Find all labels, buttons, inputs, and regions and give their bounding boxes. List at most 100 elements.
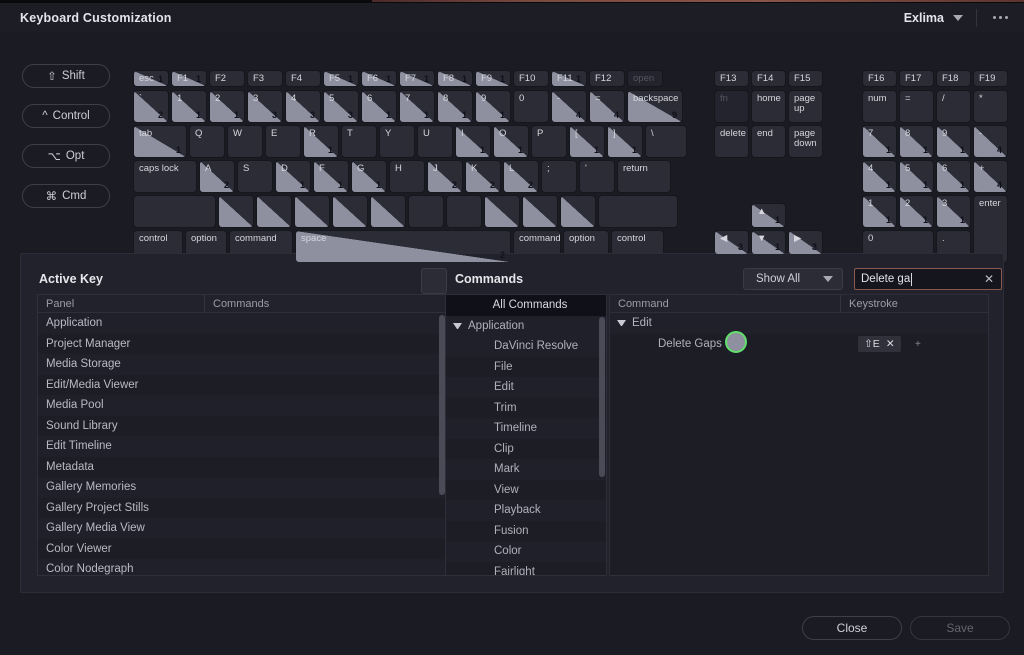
modifier-shift-button[interactable]: ⇧ Shift	[22, 64, 110, 88]
key-4[interactable]: 43	[285, 90, 321, 123]
key-6[interactable]: 61	[361, 90, 397, 123]
key-3[interactable]: 33	[247, 90, 283, 123]
key-x-2[interactable]	[256, 195, 292, 228]
key-v-4[interactable]	[332, 195, 368, 228]
tree-item[interactable]: Playback	[446, 500, 606, 521]
tree-item[interactable]: Mark	[446, 459, 606, 480]
panel-row[interactable]: Project Manager	[38, 333, 446, 354]
key-w[interactable]: W	[227, 125, 263, 158]
key-backspace[interactable]: backspace 9	[627, 90, 683, 123]
key-f11[interactable]: F11 1	[551, 70, 587, 87]
key-u[interactable]: U	[417, 125, 453, 158]
more-options-icon[interactable]	[977, 16, 1024, 19]
panel-row[interactable]: Color Nodegraph	[38, 559, 446, 575]
key-1[interactable]: 11	[171, 90, 207, 123]
result-row-delete-gaps[interactable]: Delete Gaps ⇧E ✕ +	[610, 333, 988, 354]
key-n-6[interactable]	[408, 195, 444, 228]
key-key[interactable]: ` 2	[133, 90, 169, 123]
tree-root-item[interactable]: All Commands	[446, 295, 606, 316]
panel-row[interactable]: Media Storage	[38, 354, 446, 375]
key-a[interactable]: A2	[199, 160, 235, 193]
key-arrow-up[interactable]: ▲ 1	[751, 203, 786, 228]
key-numpad-6[interactable]: 61	[936, 160, 971, 193]
key-0[interactable]: 0	[513, 90, 549, 123]
tree-item[interactable]: Fairlight	[446, 561, 606, 575]
key-numpad-key[interactable]: =	[899, 90, 934, 123]
key-f3[interactable]: F3	[247, 70, 283, 87]
key-o[interactable]: O1	[493, 125, 529, 158]
command-results[interactable]: Command Keystroke Edit Delete Gaps ⇧E ✕ …	[609, 294, 989, 576]
key-page-down[interactable]: page down	[788, 125, 823, 158]
chevron-down-icon[interactable]	[610, 318, 632, 328]
key-numpad-key[interactable]: *	[973, 90, 1008, 123]
chevron-down-icon[interactable]	[446, 321, 468, 331]
panel-row[interactable]: Metadata	[38, 456, 446, 477]
key-f19[interactable]: F19	[973, 70, 1008, 87]
key-key-9[interactable]	[522, 195, 558, 228]
key-key[interactable]: ] 1	[607, 125, 643, 158]
key-e[interactable]: E	[265, 125, 301, 158]
key-shift-0[interactable]	[133, 195, 216, 228]
modifier-opt-button[interactable]: ⌥ Opt	[22, 144, 110, 168]
key-numpad-4[interactable]: 41	[862, 160, 897, 193]
key-key[interactable]: = 4	[589, 90, 625, 123]
key-tab[interactable]: tab 1	[133, 125, 187, 158]
tree-item[interactable]: Color	[446, 541, 606, 562]
key-f12[interactable]: F12	[589, 70, 625, 87]
key-2[interactable]: 21	[209, 90, 245, 123]
key-numpad-key[interactable]: /	[936, 90, 971, 123]
key-numpad-7[interactable]: 71	[862, 125, 897, 158]
key-m-7[interactable]	[446, 195, 482, 228]
panel-row[interactable]: Sound Library	[38, 415, 446, 436]
key-fn[interactable]: fn	[714, 90, 749, 123]
key-5[interactable]: 53	[323, 90, 359, 123]
key-f14[interactable]: F14	[751, 70, 786, 87]
key-return[interactable]: return	[617, 160, 671, 193]
key-f2[interactable]: F2	[209, 70, 245, 87]
key-k[interactable]: K2	[465, 160, 501, 193]
tree-item[interactable]: File	[446, 356, 606, 377]
tree-item[interactable]: DaVinci Resolve	[446, 336, 606, 357]
key-y[interactable]: Y	[379, 125, 415, 158]
result-group-edit[interactable]: Edit	[610, 313, 988, 334]
key-c-3[interactable]	[294, 195, 330, 228]
key-f1[interactable]: F1 1	[171, 70, 207, 87]
tree-item[interactable]: View	[446, 479, 606, 500]
panel-row[interactable]: Gallery Media View	[38, 518, 446, 539]
modifier-cmd-button[interactable]: ⌘ Cmd	[22, 184, 110, 208]
modifier-control-button[interactable]: ^ Control	[22, 104, 110, 128]
key-arrow-left[interactable]: ◀ 3	[714, 230, 749, 255]
clear-icon[interactable]: ✕	[984, 272, 994, 286]
command-tree[interactable]: All Commands Application DaVinci Resolve…	[445, 294, 607, 576]
tree-item[interactable]: Edit	[446, 377, 606, 398]
panel-row[interactable]: Edit/Media Viewer	[38, 374, 446, 395]
key-z-1[interactable]	[218, 195, 254, 228]
command-search-input[interactable]: Delete ga ✕	[854, 268, 1002, 290]
key-key[interactable]: ;	[541, 160, 577, 193]
key-j[interactable]: J2	[427, 160, 463, 193]
key-numpad-5[interactable]: 51	[899, 160, 934, 193]
key-numpad-3[interactable]: 31	[936, 195, 971, 228]
key-f9[interactable]: F9 1	[475, 70, 511, 87]
key-esc[interactable]: esc 1	[133, 70, 169, 87]
key-g[interactable]: G1	[351, 160, 387, 193]
key-f17[interactable]: F17	[899, 70, 934, 87]
key-q[interactable]: Q	[189, 125, 225, 158]
key-8[interactable]: 81	[437, 90, 473, 123]
key-f15[interactable]: F15	[788, 70, 823, 87]
key-t[interactable]: T	[341, 125, 377, 158]
show-all-dropdown[interactable]: Show All	[743, 268, 843, 290]
key-f16[interactable]: F16	[862, 70, 897, 87]
key-key[interactable]: \	[645, 125, 687, 158]
key-shift-11[interactable]	[598, 195, 678, 228]
key-d[interactable]: D1	[275, 160, 311, 193]
tree-item[interactable]: Trim	[446, 397, 606, 418]
tree-item[interactable]: Fusion	[446, 520, 606, 541]
key-f10[interactable]: F10	[513, 70, 549, 87]
key-space-3[interactable]: space 2	[295, 230, 511, 263]
panel-list[interactable]: Panel Commands Application Project Manag…	[37, 294, 447, 576]
add-keystroke-icon[interactable]: +	[915, 339, 921, 350]
key-7[interactable]: 71	[399, 90, 435, 123]
key-p[interactable]: P	[531, 125, 567, 158]
key-key[interactable]: '	[579, 160, 615, 193]
